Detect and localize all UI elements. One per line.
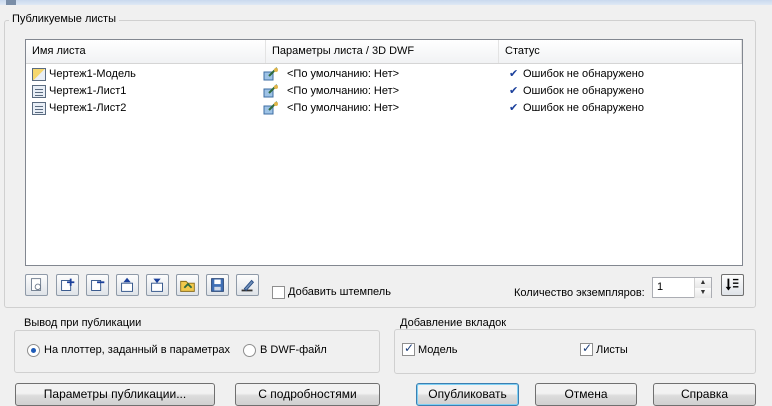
sheet-list[interactable]: Имя листа Параметры листа / 3D DWF Стату… [25, 39, 743, 266]
sheet-name: Чертеж1-Модель [49, 68, 136, 80]
save-list-icon [211, 278, 224, 292]
sheet-list-header: Имя листа Параметры листа / 3D DWF Стату… [26, 40, 742, 64]
title-bar [0, 0, 772, 5]
model-checkbox[interactable] [402, 341, 415, 356]
table-row[interactable]: Чертеж1-Лист2 <По умолчанию: Нет> ✔ Ошиб… [26, 100, 742, 117]
move-down-button[interactable] [146, 274, 169, 296]
column-header-sheet-name[interactable]: Имя листа [26, 40, 266, 63]
page-setup-icon [263, 67, 278, 81]
sheets-checkbox-label: Листы [596, 344, 628, 356]
load-list-icon [180, 280, 195, 292]
output-group-title: Вывод при публикации [21, 317, 145, 329]
status-value: Ошибок не обнаружено [523, 102, 644, 114]
add-sheets-button[interactable] [56, 274, 79, 296]
preview-icon [31, 278, 42, 291]
sort-icon [725, 278, 739, 291]
page-setup-value: <По умолчанию: Нет> [287, 68, 400, 80]
layout-sheet-icon [32, 85, 46, 98]
radio-plotter-label: На плоттер, заданный в параметрах [44, 344, 231, 356]
stamp-settings-icon [241, 279, 255, 292]
move-up-button[interactable] [116, 274, 139, 296]
move-up-icon [121, 277, 133, 292]
move-down-icon [151, 278, 163, 292]
sheet-name: Чертеж1-Лист1 [49, 85, 127, 97]
add-tabs-group-title: Добавление вкладок [397, 317, 510, 329]
spin-down-icon[interactable]: ▼ [694, 288, 711, 298]
load-list-button[interactable] [176, 274, 199, 296]
column-header-status[interactable]: Статус [499, 40, 742, 63]
app-icon [6, 0, 16, 5]
page-setup-value: <По умолчанию: Нет> [287, 85, 400, 97]
page-setup-icon [263, 101, 278, 115]
radio-dwf[interactable] [243, 344, 256, 357]
add-sheets-icon [61, 278, 75, 291]
column-header-page-setup[interactable]: Параметры листа / 3D DWF [266, 40, 499, 63]
publish-button[interactable]: Опубликовать [416, 383, 519, 406]
model-sheet-icon [32, 68, 46, 81]
ok-check-icon: ✔ [509, 85, 519, 97]
layout-sheet-icon [32, 102, 46, 115]
stamp-settings-button[interactable] [236, 274, 259, 296]
published-sheets-group-title: Публикуемые листы [9, 13, 119, 25]
model-checkbox-label: Модель [418, 344, 458, 356]
publish-options-button[interactable]: Параметры публикации... [15, 383, 215, 406]
status-value: Ошибок не обнаружено [523, 85, 644, 97]
table-row[interactable]: Чертеж1-Лист1 <По умолчанию: Нет> ✔ Ошиб… [26, 83, 742, 100]
remove-sheets-button[interactable] [86, 274, 109, 296]
status-value: Ошибок не обнаружено [523, 68, 644, 80]
add-stamp-label: Добавить штемпель [288, 286, 391, 298]
sheets-checkbox[interactable] [580, 341, 593, 356]
add-stamp-checkbox[interactable] [272, 286, 285, 299]
spin-up-icon[interactable]: ▲ [694, 278, 711, 288]
copies-label: Количество экземпляров: [514, 287, 645, 299]
page-setup-value: <По умолчанию: Нет> [287, 102, 400, 114]
preview-button[interactable] [25, 274, 48, 296]
help-button[interactable]: Справка [653, 383, 756, 406]
save-list-button[interactable] [206, 274, 229, 296]
radio-dwf-label: В DWF-файл [260, 344, 327, 356]
radio-plotter[interactable] [27, 344, 40, 357]
remove-sheets-icon [91, 280, 105, 291]
sheet-name: Чертеж1-Лист2 [49, 102, 127, 114]
table-row[interactable]: Чертеж1-Модель <По умолчанию: Нет> ✔ Оши… [26, 66, 742, 83]
ok-check-icon: ✔ [509, 68, 519, 80]
cancel-button[interactable]: Отмена [535, 383, 637, 406]
page-setup-icon [263, 84, 278, 98]
ok-check-icon: ✔ [509, 102, 519, 114]
details-button[interactable]: С подробностями [235, 383, 380, 406]
sort-sheets-button[interactable] [721, 274, 744, 296]
